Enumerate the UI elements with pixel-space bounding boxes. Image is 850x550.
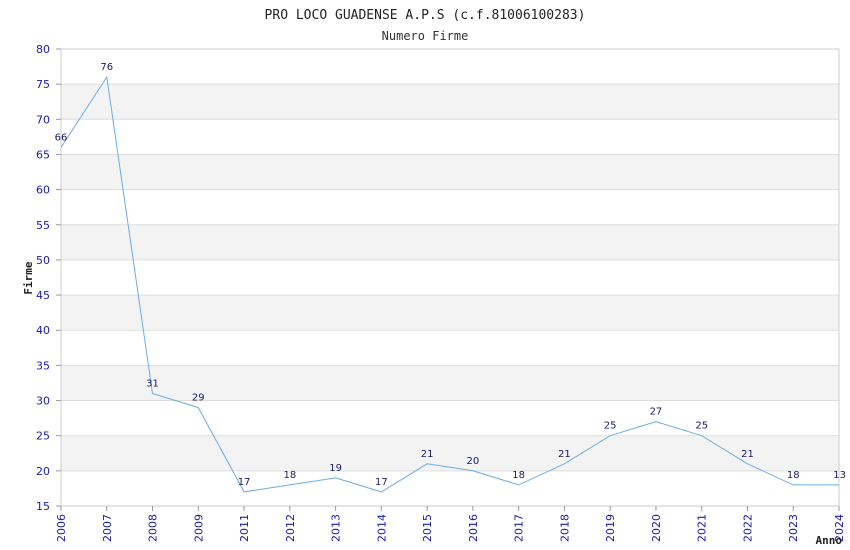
x-tick-label: 2017 [513,514,526,542]
x-tick-label: 2007 [101,514,114,542]
y-tick-label: 50 [36,254,50,267]
y-tick-label: 15 [36,500,50,513]
y-axis-ticks: 15 20 25 30 35 40 45 50 55 60 65 70 75 80 [36,43,61,513]
x-axis-ticks: 2006 2007 2008 2009 2011 2012 2013 2014 2015 2016… [55,506,846,542]
data-label: 29 [192,393,205,404]
x-tick-label: 2016 [467,514,480,542]
y-tick-label: 40 [36,324,50,337]
x-axis-label: Anno [816,534,843,547]
y-tick-label: 80 [36,43,50,56]
data-label: 25 [604,421,617,432]
x-tick-label: 2018 [558,514,571,542]
x-tick-label: 2023 [787,514,800,542]
x-tick-label: 2008 [147,514,160,542]
x-tick-label: 2012 [284,514,297,542]
plot-band [61,470,839,506]
chart-title: PRO LOCO GUADENSE A.P.S (c.f.81006100283… [265,8,586,23]
line-chart: 1520253035404550556065707580 2006 2007 200… [22,8,846,547]
data-label: 21 [741,449,754,460]
plot-bands [61,49,839,506]
plot-band [61,435,839,471]
data-label: 20 [467,456,480,467]
data-label: 21 [558,449,571,460]
y-tick-label: 65 [36,148,50,161]
y-tick-label: 25 [36,430,50,443]
x-tick-label: 2014 [375,514,388,542]
data-label: 31 [146,379,159,390]
x-tick-label: 2021 [696,514,709,542]
plot-band [61,49,839,85]
plot-band [61,365,839,401]
plot-band [61,224,839,260]
data-label: 19 [329,463,342,474]
plot-band [61,119,839,155]
data-label: 13 [833,470,846,481]
y-axis-label: Firme [22,261,35,294]
x-tick-label: 2011 [238,514,251,542]
data-label: 18 [512,470,525,481]
data-label: 66 [55,132,68,143]
y-tick-label: 75 [36,78,50,91]
data-label: 21 [421,449,434,460]
plot-band [61,330,839,366]
plot-band [61,189,839,225]
x-tick-label: 2020 [650,514,663,542]
y-tick-label: 30 [36,395,50,408]
x-tick-label: 2013 [330,514,343,542]
x-tick-label: 2009 [192,514,205,542]
plot-band [61,259,839,296]
chart-subtitle: Numero Firme [382,29,469,43]
data-label: 25 [695,421,708,432]
y-tick-label: 55 [36,219,50,232]
data-label: 18 [283,470,296,481]
x-tick-label: 2015 [421,514,434,542]
plot-band [61,400,839,436]
plot-band [61,154,839,190]
y-tick-label: 20 [36,465,50,478]
plot-band [61,84,839,120]
x-tick-label: 2022 [741,514,754,542]
data-label: 27 [650,407,663,418]
data-label: 18 [787,470,800,481]
data-label: 17 [238,477,251,488]
y-tick-label: 70 [36,113,50,126]
y-tick-label: 60 [36,184,50,197]
data-label: 17 [375,477,388,488]
plot-band [61,295,839,331]
data-label: 76 [100,62,113,73]
x-tick-label: 2006 [55,514,68,542]
y-tick-label: 45 [36,289,50,302]
y-tick-label: 35 [36,359,50,372]
x-tick-label: 2019 [604,514,617,542]
